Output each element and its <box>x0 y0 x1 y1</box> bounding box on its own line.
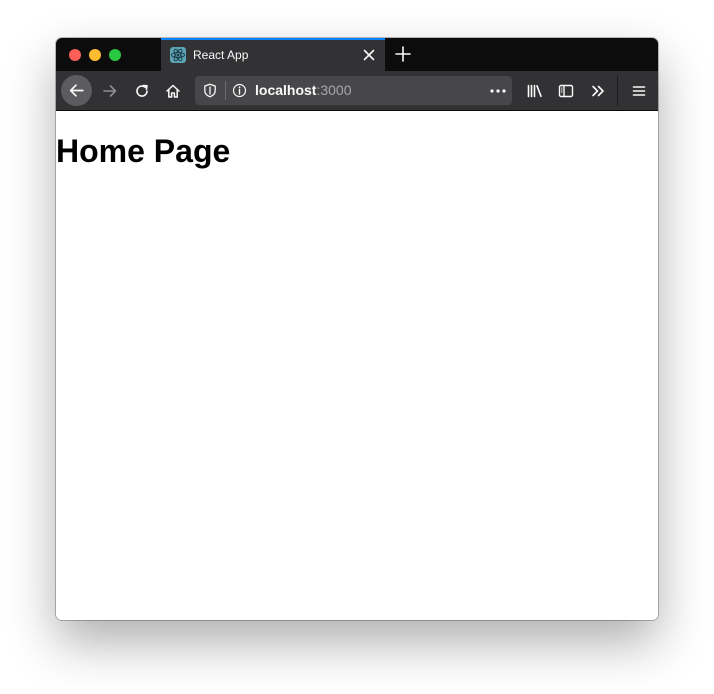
library-icon <box>527 84 542 98</box>
sidebar-icon <box>558 84 574 98</box>
browser-window: React App localhost:3000 Home Page <box>56 38 658 620</box>
tab-title: React App <box>193 48 249 62</box>
forward-arrow-icon <box>103 85 117 97</box>
home-icon <box>166 84 180 98</box>
react-atom-icon <box>170 47 186 63</box>
page-actions-menu-icon[interactable] <box>489 84 507 98</box>
overflow-menu-button[interactable] <box>584 77 612 105</box>
zoom-window-button[interactable] <box>109 49 121 61</box>
new-tab-icon[interactable] <box>393 44 413 64</box>
reload-button[interactable] <box>128 77 156 105</box>
site-info-icon[interactable] <box>232 83 247 98</box>
toolbar-separator <box>617 76 618 106</box>
reload-icon <box>136 84 148 97</box>
page-content: Home Page <box>56 111 658 620</box>
address-bar-divider <box>225 81 226 100</box>
close-tab-icon[interactable] <box>361 47 377 63</box>
sidebar-toggle-button[interactable] <box>552 77 580 105</box>
url-host: localhost <box>255 82 317 98</box>
hamburger-menu-icon <box>632 86 646 96</box>
forward-button[interactable] <box>96 77 124 105</box>
back-arrow-icon <box>69 84 84 97</box>
url-port: :3000 <box>316 82 352 98</box>
back-button[interactable] <box>61 75 92 106</box>
close-window-button[interactable] <box>69 49 81 61</box>
url-text[interactable]: localhost:3000 <box>255 82 352 98</box>
tab-strip: React App <box>56 38 658 71</box>
tab-react-app[interactable]: React App <box>161 38 385 71</box>
main-menu-button[interactable] <box>625 77 653 105</box>
home-button[interactable] <box>159 77 187 105</box>
minimize-window-button[interactable] <box>89 49 101 61</box>
library-button[interactable] <box>520 77 548 105</box>
navigation-toolbar: localhost:3000 <box>56 71 658 111</box>
tracking-protection-shield-icon[interactable] <box>203 83 217 98</box>
chevrons-right-icon <box>592 85 604 97</box>
address-bar[interactable]: localhost:3000 <box>195 76 512 105</box>
page-heading: Home Page <box>56 133 231 169</box>
